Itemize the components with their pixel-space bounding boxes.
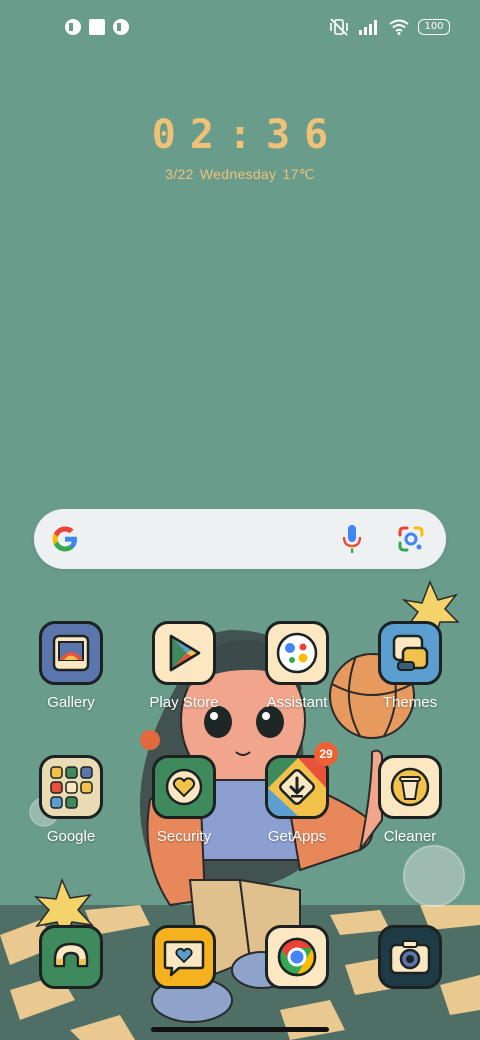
wifi-icon xyxy=(389,19,409,35)
themes-icon[interactable] xyxy=(378,621,442,685)
square-notification-icon xyxy=(89,19,105,35)
app-label: Security xyxy=(156,828,212,845)
battery-indicator: 100 xyxy=(418,19,450,35)
app-label: Themes xyxy=(382,694,438,711)
dock-app-camera[interactable] xyxy=(355,925,465,989)
clock-date-line[interactable]: 3/22 Wednesday 17℃ xyxy=(0,166,480,183)
clock-time[interactable]: 02:36 xyxy=(0,112,480,158)
app-themes[interactable]: Themes xyxy=(355,621,465,711)
app-label: Gallery xyxy=(47,694,95,711)
home-gesture-bar[interactable] xyxy=(151,1027,329,1032)
google-g-icon xyxy=(52,526,77,552)
assistant-icon[interactable] xyxy=(265,621,329,685)
system-indicators: 100 xyxy=(329,17,450,37)
google-lens-icon[interactable] xyxy=(397,525,425,553)
notification-area xyxy=(64,18,130,36)
security-heart-icon[interactable] xyxy=(152,755,216,819)
clock-temperature: 17℃ xyxy=(282,166,315,182)
vibrate-off-icon xyxy=(330,18,348,36)
chrome-icon[interactable] xyxy=(265,925,329,989)
clock-weekday: Wednesday xyxy=(199,166,277,182)
status-bar: 100 xyxy=(0,0,480,56)
cleaner-icon[interactable] xyxy=(378,755,442,819)
clock-widget[interactable]: 02:36 3/22 Wednesday 17℃ xyxy=(0,112,480,183)
app-label: Assistant xyxy=(266,694,328,711)
dock-app-messaging[interactable] xyxy=(129,925,239,989)
bubble-decoration xyxy=(403,845,465,907)
camera-icon[interactable] xyxy=(378,925,442,989)
notification-badge: 29 xyxy=(314,742,338,766)
gallery-icon[interactable] xyxy=(39,621,103,685)
cellular-signal-icon xyxy=(359,20,377,35)
app-gallery[interactable]: Gallery xyxy=(16,621,126,711)
app-getapps[interactable]: GetApps xyxy=(242,755,352,845)
dock-app-chrome[interactable] xyxy=(242,925,352,989)
app-notification-icon xyxy=(113,19,129,35)
messaging-icon[interactable] xyxy=(152,925,216,989)
app-label: Cleaner xyxy=(383,828,437,845)
dock-app-phone[interactable] xyxy=(16,925,126,989)
app-label: GetApps xyxy=(267,828,327,845)
app-play-store[interactable]: Play Store xyxy=(129,621,239,711)
app-cleaner[interactable]: Cleaner xyxy=(355,755,465,845)
phone-icon[interactable] xyxy=(39,925,103,989)
app-label: Play Store xyxy=(149,694,219,711)
app-notification-icon xyxy=(65,19,81,35)
google-folder-icon[interactable] xyxy=(39,755,103,819)
app-folder-google[interactable]: Google xyxy=(16,755,126,845)
app-assistant[interactable]: Assistant xyxy=(242,621,352,711)
play-store-icon[interactable] xyxy=(152,621,216,685)
app-label: Google xyxy=(46,828,96,845)
google-search-bar[interactable] xyxy=(34,509,446,569)
app-security[interactable]: Security xyxy=(129,755,239,845)
clock-date: 3/22 xyxy=(165,166,194,182)
microphone-icon[interactable] xyxy=(340,523,364,555)
